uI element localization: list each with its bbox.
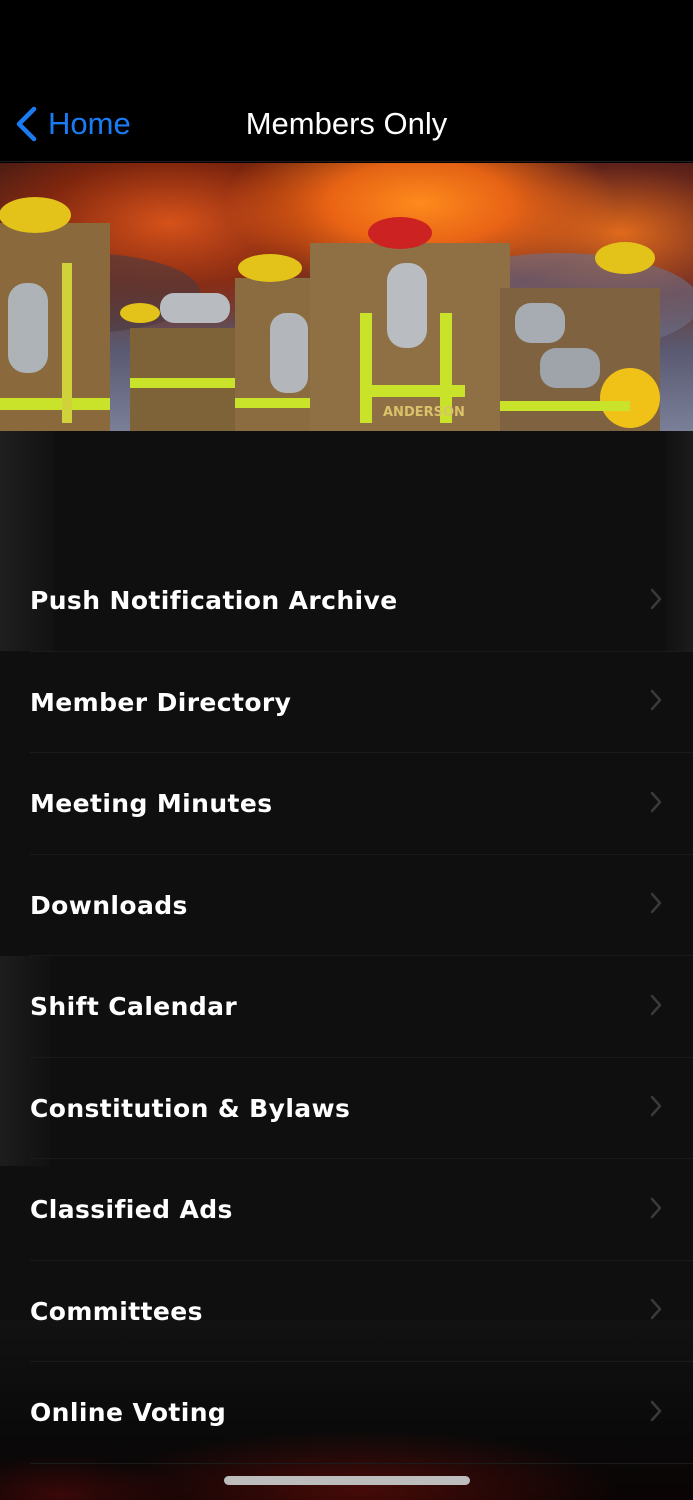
menu-item-label: Shift Calendar	[30, 992, 238, 1022]
menu-item-downloads[interactable]: Downloads	[0, 855, 693, 957]
menu-item-shift-calendar[interactable]: Shift Calendar	[0, 956, 693, 1058]
hero-image: ANDERSON	[0, 163, 693, 431]
chevron-right-icon	[649, 1094, 663, 1122]
menu-item-label: Member Directory	[30, 687, 292, 717]
chevron-right-icon	[649, 1196, 663, 1224]
menu-item-label: Constitution & Bylaws	[30, 1093, 351, 1123]
chevron-right-icon	[649, 993, 663, 1021]
chevron-right-icon	[649, 1297, 663, 1325]
menu-item-label: Classified Ads	[30, 1195, 233, 1225]
menu-item-committees[interactable]: Committees	[0, 1261, 693, 1363]
menu-item-meeting-minutes[interactable]: Meeting Minutes	[0, 753, 693, 855]
page-title: Members Only	[245, 106, 448, 141]
menu-item-label: Committees	[30, 1296, 203, 1326]
navigation-bar: Home Members Only	[0, 0, 693, 162]
chevron-right-icon	[649, 587, 663, 615]
menu-item-label: Push Notification Archive	[30, 586, 398, 616]
chevron-right-icon	[649, 891, 663, 919]
menu-item-online-voting[interactable]: Online Voting	[0, 1362, 693, 1464]
menu-item-label: Online Voting	[30, 1398, 227, 1428]
menu-item-constitution-bylaws[interactable]: Constitution & Bylaws	[0, 1058, 693, 1160]
chevron-right-icon	[649, 688, 663, 716]
chevron-right-icon	[649, 1399, 663, 1427]
menu-item-label: Downloads	[30, 890, 188, 920]
members-menu: Push Notification Archive Member Directo…	[0, 550, 693, 1464]
chevron-right-icon	[649, 790, 663, 818]
menu-item-classified-ads[interactable]: Classified Ads	[0, 1159, 693, 1261]
menu-item-label: Meeting Minutes	[30, 789, 273, 819]
menu-item-push-notification-archive[interactable]: Push Notification Archive	[0, 550, 693, 652]
home-indicator[interactable]	[224, 1476, 470, 1485]
screen: Home Members Only ANDERSON Push Notifica…	[0, 0, 693, 1500]
menu-item-member-directory[interactable]: Member Directory	[0, 652, 693, 754]
hero-text-anderson: ANDERSON	[383, 405, 465, 420]
